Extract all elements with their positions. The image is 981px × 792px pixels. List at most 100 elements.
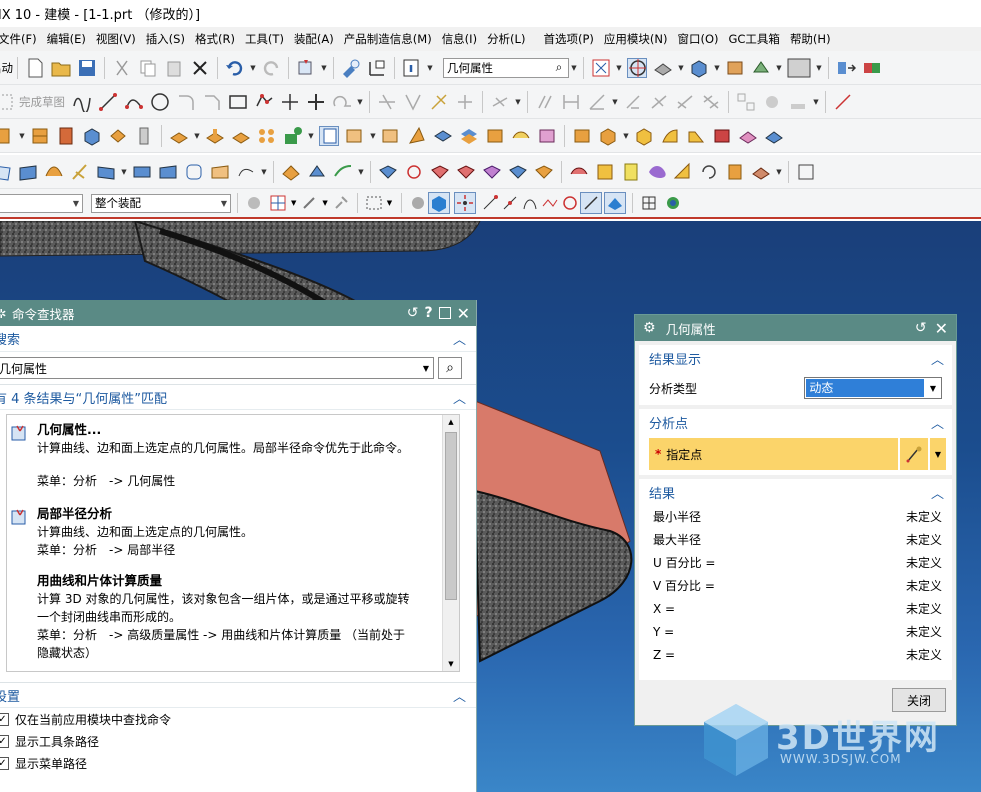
ruled-icon[interactable]: [132, 162, 152, 182]
i-form-icon[interactable]: [621, 162, 641, 182]
synchronous-icon[interactable]: [319, 125, 339, 146]
reattach-icon[interactable]: [762, 92, 782, 112]
dropdown-icon[interactable]: ▼: [514, 98, 522, 106]
make-corner-icon[interactable]: [429, 92, 449, 112]
results-section-header[interactable]: 有 4 条结果与“几何属性”匹配 ︿: [0, 384, 476, 410]
link-icon[interactable]: [299, 193, 319, 213]
offset-face-icon[interactable]: [511, 126, 531, 146]
control-point-icon[interactable]: [520, 193, 540, 213]
cylinder-icon[interactable]: [108, 126, 128, 146]
rectangle-select-icon[interactable]: [364, 193, 384, 213]
dropdown-icon[interactable]: ▼: [622, 132, 630, 140]
chamfer-icon[interactable]: [202, 92, 222, 112]
dropdown-icon[interactable]: ▼: [815, 64, 823, 72]
menu-edit[interactable]: 编辑(E): [43, 27, 92, 51]
pull-face-icon[interactable]: [598, 126, 618, 146]
checkbox-checked-icon[interactable]: ✓: [0, 712, 9, 726]
sweep-guide-icon[interactable]: [210, 162, 230, 182]
fit-view-icon[interactable]: [591, 58, 611, 78]
type-filter-dropdown[interactable]: ▼: [0, 193, 83, 213]
paste-face-icon[interactable]: [764, 126, 784, 146]
sketch-grid-icon[interactable]: [0, 92, 16, 112]
point-on-curve-icon[interactable]: [580, 192, 603, 214]
reset-icon[interactable]: ↺: [915, 320, 927, 336]
trim-body-icon[interactable]: [459, 126, 479, 146]
render-style-icon[interactable]: [653, 58, 673, 78]
n-sided-surface-icon[interactable]: [158, 162, 178, 182]
color-icon[interactable]: [663, 193, 683, 213]
rectangle-icon[interactable]: [228, 92, 248, 112]
close-icon[interactable]: ✕: [935, 319, 948, 338]
offset-curve-icon[interactable]: [455, 92, 475, 112]
scroll-up-icon[interactable]: ▲: [443, 415, 459, 429]
refit-face-icon[interactable]: [699, 162, 719, 182]
selection-filter-icon[interactable]: [296, 58, 316, 78]
copy-face-icon[interactable]: [738, 126, 758, 146]
menu-tools[interactable]: 工具(T): [241, 27, 290, 51]
pattern-feature-icon[interactable]: [257, 126, 277, 146]
dropdown-icon[interactable]: ▼: [357, 168, 365, 176]
dropdown-icon[interactable]: ▼: [812, 98, 820, 106]
scope-dropdown[interactable]: 整个装配 ▼: [91, 193, 231, 213]
collapse-icon[interactable]: ︿: [931, 413, 944, 432]
constraint-icon[interactable]: [623, 92, 643, 112]
dropdown-icon[interactable]: ▼: [193, 132, 201, 140]
sketch-settings-icon[interactable]: [736, 92, 756, 112]
faceted-body-icon[interactable]: [408, 193, 428, 213]
search-input[interactable]: 几何属性 ▼: [0, 357, 434, 379]
dropdown-icon[interactable]: ▼: [570, 64, 578, 72]
menu-help[interactable]: 帮助(H): [786, 27, 837, 51]
chevron-down-icon[interactable]: ▼: [322, 199, 327, 207]
patch-icon[interactable]: [482, 162, 502, 182]
edge-blend-icon[interactable]: [345, 126, 365, 146]
grid-icon[interactable]: [639, 193, 659, 213]
info-icon[interactable]: [402, 58, 422, 78]
cut-icon[interactable]: [112, 58, 132, 78]
circle-icon[interactable]: [150, 92, 170, 112]
result-display-header[interactable]: 结果显示 ︿: [639, 345, 952, 371]
setting-row[interactable]: ✓ 显示菜单路径: [0, 752, 476, 774]
patch-body-icon[interactable]: [537, 126, 557, 146]
split-body-icon[interactable]: [485, 126, 505, 146]
alternate-solution-icon[interactable]: [788, 92, 808, 112]
arc-center-icon[interactable]: [560, 193, 580, 213]
line-tool-icon[interactable]: [833, 92, 853, 112]
extend-icon[interactable]: [403, 92, 423, 112]
menu-assembly[interactable]: 装配(A): [290, 27, 340, 51]
trim-icon[interactable]: [377, 92, 397, 112]
dropdown-icon[interactable]: ▼: [426, 64, 434, 72]
trim-sheet-icon[interactable]: [404, 162, 424, 182]
studio-surface-icon[interactable]: [70, 162, 90, 182]
fillet-icon[interactable]: [176, 92, 196, 112]
command-finder-icon[interactable]: [341, 58, 361, 78]
scroll-thumb[interactable]: [445, 432, 457, 600]
unite-icon[interactable]: [283, 126, 303, 146]
dropdown-icon[interactable]: ▼: [18, 132, 26, 140]
trim-extend-icon[interactable]: [508, 162, 528, 182]
delete-icon[interactable]: [190, 58, 210, 78]
new-file-icon[interactable]: [25, 58, 45, 78]
draft-icon[interactable]: [407, 126, 427, 146]
menu-gc-toolkit[interactable]: GC工具箱: [724, 27, 785, 51]
dropdown-icon[interactable]: ▼: [611, 98, 619, 106]
point-on-surface-icon[interactable]: [604, 192, 627, 214]
scroll-down-icon[interactable]: ▼: [443, 657, 459, 671]
thicken-icon[interactable]: [456, 162, 476, 182]
dropdown-icon[interactable]: ▼: [120, 168, 128, 176]
offset-surface-icon[interactable]: [378, 162, 398, 182]
help-icon[interactable]: ?: [424, 305, 432, 321]
point-snap-icon[interactable]: [454, 192, 477, 214]
intersection-point-icon[interactable]: [540, 193, 560, 213]
delete-face-icon[interactable]: [712, 126, 732, 146]
shape-by-template-icon[interactable]: [751, 162, 771, 182]
through-curves-icon[interactable]: [44, 162, 64, 182]
open-folder-icon[interactable]: [51, 58, 71, 78]
through-curve-mesh-icon[interactable]: [18, 162, 38, 182]
smooth-poles-icon[interactable]: [725, 162, 745, 182]
bounded-plane-icon[interactable]: [184, 162, 204, 182]
dropdown-icon[interactable]: ▼: [307, 132, 315, 140]
collapse-icon[interactable]: ︿: [931, 483, 944, 502]
undo-dropdown-icon[interactable]: ▼: [249, 64, 257, 72]
collapse-icon[interactable]: ︿: [453, 388, 466, 407]
thread-icon[interactable]: [134, 126, 154, 146]
